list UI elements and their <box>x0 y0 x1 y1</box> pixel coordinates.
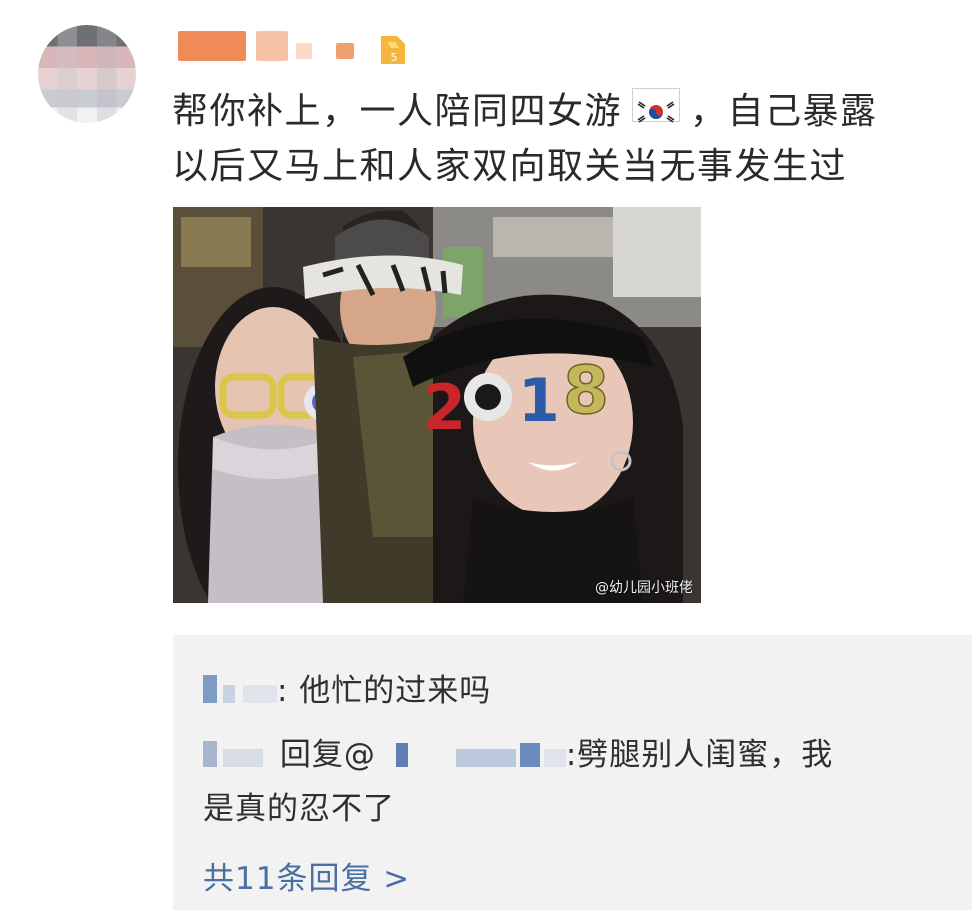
redacted-username <box>223 685 235 703</box>
reply-text: :劈腿别人闺蜜，我 <box>565 737 834 773</box>
reply-text: : 他忙的过来吗 <box>277 673 492 709</box>
post-text-line2: 以后又马上和人家双向取关当无事发生过 <box>172 146 848 187</box>
photo-image: 2 1 8 <box>173 207 701 603</box>
comment-replies-box: : 他忙的过来吗 回复@ :劈腿别人闺蜜，我 是真的忍不了 共11条回复 > <box>173 635 972 910</box>
username-redacted-block <box>336 43 354 59</box>
redacted-username <box>243 685 277 703</box>
korea-flag-icon <box>632 88 681 123</box>
glasses-digit-8: 8 <box>563 352 609 429</box>
photo-watermark: @幼儿园小班佬 <box>595 580 693 596</box>
username-redacted-block <box>256 31 288 61</box>
post-photo[interactable]: 2 1 8 @幼儿园小班佬 <box>173 207 701 603</box>
username-redacted-block <box>178 31 246 61</box>
user-avatar[interactable] <box>38 25 136 123</box>
glasses-digit-1: 1 <box>518 366 560 436</box>
redacted-username <box>203 741 217 767</box>
reply-text-cont: 是真的忍不了 <box>203 791 395 827</box>
reply-item[interactable]: 回复@ :劈腿别人闺蜜，我 <box>203 729 833 774</box>
post-text-line1a: 帮你补上，一人陪同四女游 <box>172 91 623 132</box>
svg-text:5: 5 <box>391 51 398 64</box>
glasses-digit-2: 2 <box>423 371 466 444</box>
view-all-replies-link[interactable]: 共11条回复 > <box>203 853 410 898</box>
reply-item[interactable]: : 他忙的过来吗 <box>203 665 491 710</box>
redacted-username <box>519 743 540 767</box>
redacted-username <box>455 749 516 767</box>
redacted-username <box>543 749 566 767</box>
vip-level-icon: 5 <box>381 36 405 64</box>
redacted-username <box>223 749 263 767</box>
redacted-username <box>395 743 408 767</box>
post-text: 帮你补上，一人陪同四女游 ，自己暴露 以后又马上和人家双向取关当无事发生过 <box>172 84 952 194</box>
redacted-username <box>203 675 217 703</box>
reply-prefix: 回复@ <box>279 737 376 773</box>
username-redacted-block <box>296 43 312 59</box>
post-text-line1b: ，自己暴露 <box>690 91 878 132</box>
